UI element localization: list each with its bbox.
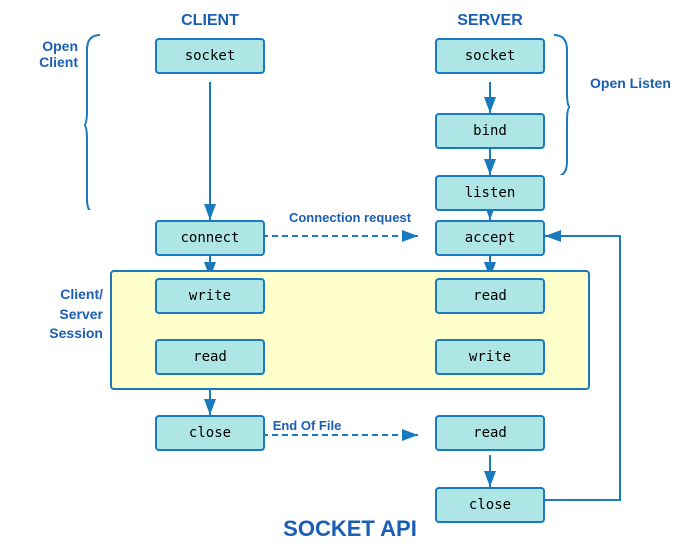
server-header: SERVER bbox=[430, 12, 550, 30]
server-socket-box: socket bbox=[435, 38, 545, 74]
client-socket-box: socket bbox=[155, 38, 265, 74]
accept-box: accept bbox=[435, 220, 545, 256]
listen-box: listen bbox=[435, 175, 545, 211]
end-of-file-label: End Of File bbox=[242, 418, 372, 433]
client-read-box: read bbox=[155, 339, 265, 375]
open-listen-label: Open Listen bbox=[590, 75, 671, 91]
diagram: CLIENT SERVER socket socket bind listen … bbox=[0, 0, 700, 550]
session-label: Client/ServerSession bbox=[18, 285, 103, 344]
bind-box: bind bbox=[435, 113, 545, 149]
open-client-label: Open Client bbox=[18, 38, 78, 70]
open-client-brace bbox=[82, 30, 102, 212]
connection-request-label: Connection request bbox=[285, 210, 415, 225]
page-title: SOCKET API bbox=[0, 516, 700, 542]
client-write-box: write bbox=[155, 278, 265, 314]
client-header: CLIENT bbox=[155, 12, 265, 30]
server-write-box: write bbox=[435, 339, 545, 375]
server-read2-box: read bbox=[435, 415, 545, 451]
connect-box: connect bbox=[155, 220, 265, 256]
server-read-box: read bbox=[435, 278, 545, 314]
open-listen-brace bbox=[552, 30, 572, 180]
